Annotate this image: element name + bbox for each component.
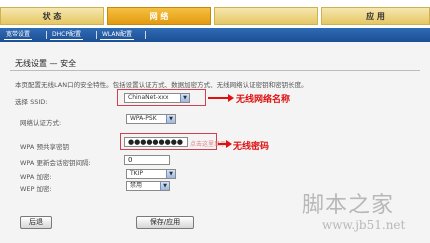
top-navigation: 状 态 网 络 应 用 [0,0,430,28]
subnav-dhcp[interactable]: DHCP配置 [50,30,83,40]
wep-selected-value: 禁用 [130,182,143,189]
subnav-separator [145,31,146,39]
title-divider [10,70,420,71]
page-description: 本页配置无线LAN口的安全特性。包括设置认证方式、数据加密方式、无线网络认证密钥… [15,81,308,89]
tab-network[interactable]: 网 络 [107,7,211,25]
tab-security[interactable] [214,7,318,25]
ssid-selected-value: ChinaNet-xxx [128,94,169,101]
psk-arrow-head-icon [226,140,232,148]
tab-application[interactable]: 应 用 [321,7,430,25]
ssid-annotation: 无线网络名称 [236,95,291,105]
auth-select[interactable]: WPA-PSK ▼ [126,114,176,124]
watermark-site-name: 脚本之家 [302,193,395,218]
subnav-wlan[interactable]: WLAN配置 [100,30,135,40]
sub-navigation: 宽带设置 DHCP配置 WLAN配置 [0,28,430,42]
wep-label: WEP 加密: [20,185,52,193]
rekey-label: WPA 更新会话密钥间隔: [20,159,91,167]
psk-password-field[interactable]: ●●●●●●●●● [124,137,188,147]
subnav-separator [96,31,97,39]
save-apply-button[interactable]: 保存/应用 [136,216,194,229]
auth-label: 网络认证方式: [20,119,62,127]
subnav-broadband[interactable]: 宽带设置 [4,30,33,40]
encryption-select[interactable]: TKIP ▼ [126,169,176,179]
ssid-label: 选择 SSID: [15,98,48,106]
ssid-arrow-head-icon [228,94,234,102]
psk-label: WPA 预共享密钥 [20,143,69,151]
back-button[interactable]: 后退 [20,216,52,229]
chevron-down-icon[interactable]: ▼ [180,94,189,102]
ssid-select[interactable]: ChinaNet-xxx ▼ [124,93,190,103]
watermark-site-url: www.jb51.net [322,218,406,232]
encryption-selected-value: TKIP [130,170,143,177]
chevron-down-icon[interactable]: ▼ [160,182,169,190]
auth-selected-value: WPA-PSK [130,115,157,122]
chevron-down-icon[interactable]: ▼ [166,115,175,123]
encryption-label: WPA 加密: [20,173,52,181]
rekey-interval-field[interactable]: 0 [124,155,170,165]
tab-status[interactable]: 状 态 [0,7,104,25]
subnav-separator [46,31,47,39]
ssid-arrow-shaft [208,97,230,99]
chevron-down-icon[interactable]: ▼ [166,170,175,178]
psk-annotation: 无线密码 [233,142,270,152]
wep-select[interactable]: 禁用 ▼ [126,181,170,191]
page-title: 无线设置 — 安全 [15,59,77,68]
